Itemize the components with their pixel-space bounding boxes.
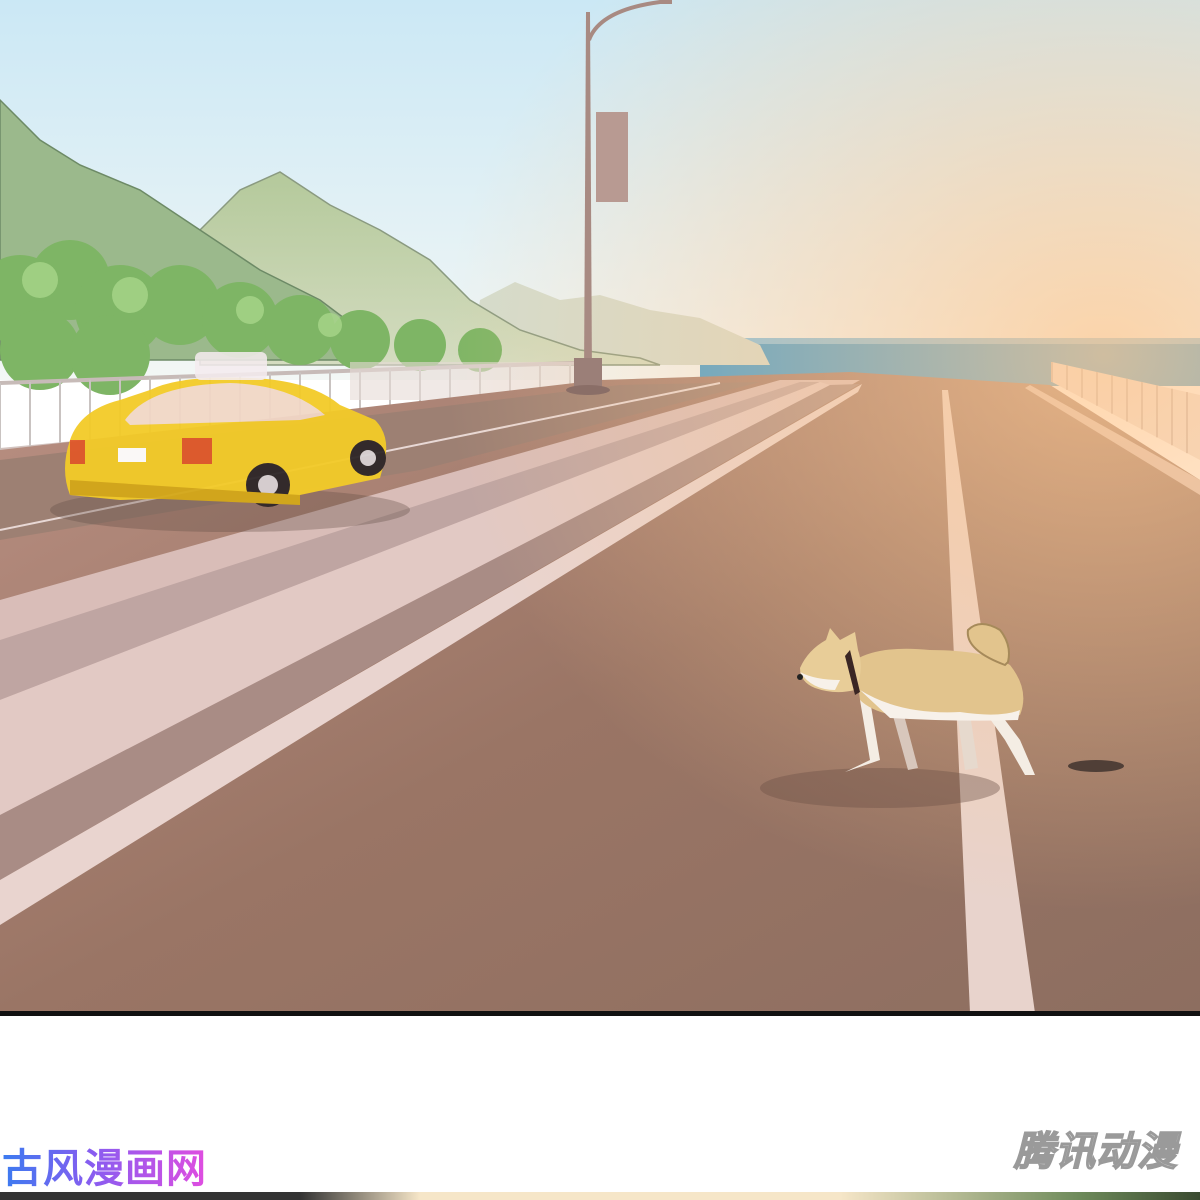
comic-panel (0, 0, 1200, 1013)
watermark-right: 腾讯动漫 (1013, 1128, 1178, 1176)
panel-border (0, 1011, 1200, 1016)
street-scene (0, 0, 1200, 1013)
watermark-left: 古风漫画网 (2, 1143, 207, 1195)
next-panel-edge (0, 1192, 1200, 1200)
